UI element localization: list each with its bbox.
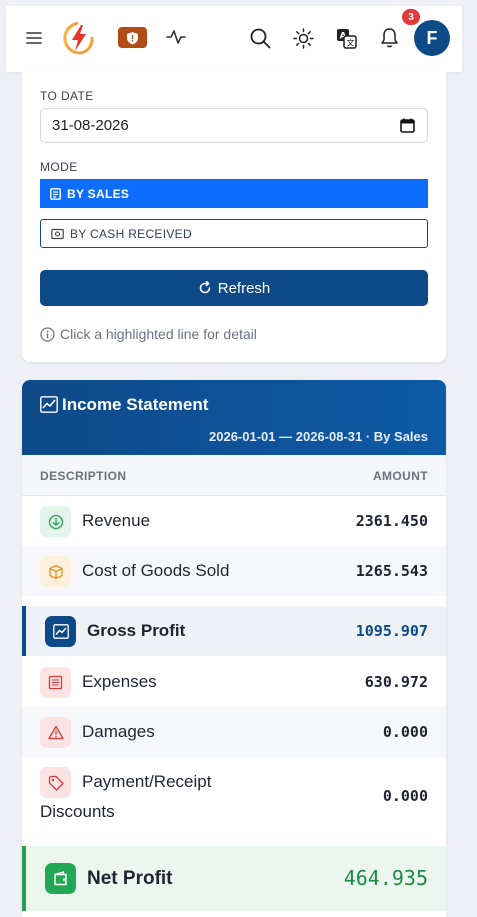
mode-by-cash-button[interactable]: BY CASH RECEIVED bbox=[40, 219, 428, 248]
shield-icon[interactable] bbox=[118, 27, 147, 48]
detail-hint-text: Click a highlighted line for detail bbox=[60, 326, 257, 342]
wallet-icon bbox=[45, 863, 76, 894]
income-statement-header: Income Statement 2026-01-01 — 2026-08-31… bbox=[22, 380, 446, 455]
cash-icon bbox=[51, 228, 64, 239]
mode-label: MODE bbox=[40, 160, 78, 174]
calendar-icon[interactable] bbox=[400, 118, 415, 137]
row-amount: 630.972 bbox=[364, 673, 428, 691]
row-label: Revenue bbox=[82, 511, 151, 530]
row-label: Payment/Receipt Discounts bbox=[40, 772, 212, 821]
row-payment-receipt-discounts[interactable]: Payment/Receipt Discounts 0.000 bbox=[22, 757, 446, 835]
to-date-label: TO DATE bbox=[40, 89, 94, 103]
arrow-down-circle-icon bbox=[40, 506, 71, 537]
mode-by-cash-label: BY CASH RECEIVED bbox=[70, 226, 192, 241]
search-icon[interactable] bbox=[250, 28, 271, 49]
trend-chart-icon bbox=[45, 616, 76, 647]
avatar[interactable]: F bbox=[414, 20, 450, 56]
row-label: Cost of Goods Sold bbox=[82, 561, 230, 580]
row-amount: 2361.450 bbox=[355, 512, 428, 530]
income-statement-range: 2026-01-01 — 2026-08-31 · By Sales bbox=[209, 429, 428, 444]
mode-by-sales-button[interactable]: BY SALES bbox=[40, 179, 428, 208]
receipt-icon bbox=[50, 187, 61, 200]
refresh-icon bbox=[199, 281, 211, 294]
filter-card: TO DATE 31-08-2026 MODE BY SALES BY CASH… bbox=[22, 72, 446, 362]
income-statement-title: Income Statement bbox=[62, 395, 209, 414]
row-amount: 1265.543 bbox=[355, 562, 428, 580]
table-header: DESCRIPTION AMOUNT bbox=[22, 455, 446, 496]
row-amount: 1095.907 bbox=[355, 622, 428, 640]
box-icon bbox=[40, 556, 71, 587]
row-label: Damages bbox=[82, 722, 155, 741]
mode-by-sales-label: BY SALES bbox=[67, 186, 130, 201]
row-gross-profit[interactable]: Gross Profit 1095.907 bbox=[22, 606, 446, 656]
net-profit-amount: 464.935 bbox=[343, 866, 428, 890]
amount-column-header: AMOUNT bbox=[372, 469, 428, 483]
row-label: Expenses bbox=[82, 672, 157, 691]
refresh-button[interactable]: Refresh bbox=[40, 270, 428, 306]
refresh-label: Refresh bbox=[217, 279, 271, 297]
to-date-value: 31-08-2026 bbox=[52, 117, 129, 134]
row-label: Gross Profit bbox=[87, 621, 186, 640]
row-amount: 0.000 bbox=[382, 723, 428, 741]
notification-badge: 3 bbox=[402, 9, 420, 25]
to-date-input[interactable]: 31-08-2026 bbox=[40, 108, 428, 143]
receipt-icon bbox=[40, 667, 71, 698]
translate-icon[interactable]: A文 bbox=[336, 28, 357, 49]
row-amount: 0.000 bbox=[382, 787, 428, 805]
activity-pulse-icon[interactable] bbox=[166, 29, 186, 45]
trend-chart-icon bbox=[40, 396, 58, 418]
row-damages[interactable]: Damages 0.000 bbox=[22, 707, 446, 757]
bell-icon[interactable] bbox=[380, 27, 399, 49]
hamburger-menu-icon[interactable] bbox=[26, 31, 42, 45]
svg-text:文: 文 bbox=[347, 38, 355, 48]
row-expenses[interactable]: Expenses 630.972 bbox=[22, 657, 446, 707]
row-cost-of-goods-sold[interactable]: Cost of Goods Sold 1265.543 bbox=[22, 546, 446, 596]
info-icon bbox=[40, 326, 55, 342]
description-column-header: DESCRIPTION bbox=[40, 469, 127, 483]
income-statement-card: Income Statement 2026-01-01 — 2026-08-31… bbox=[22, 380, 446, 917]
warning-icon bbox=[40, 717, 71, 748]
net-profit-label: Net Profit bbox=[87, 868, 173, 889]
top-bar: A文 3 F bbox=[6, 6, 462, 72]
app-logo[interactable] bbox=[59, 19, 97, 57]
row-net-profit[interactable]: Net Profit 464.935 bbox=[22, 846, 446, 911]
theme-sun-icon[interactable] bbox=[293, 28, 314, 49]
row-revenue[interactable]: Revenue 2361.450 bbox=[22, 496, 446, 546]
detail-hint: Click a highlighted line for detail bbox=[40, 326, 257, 342]
